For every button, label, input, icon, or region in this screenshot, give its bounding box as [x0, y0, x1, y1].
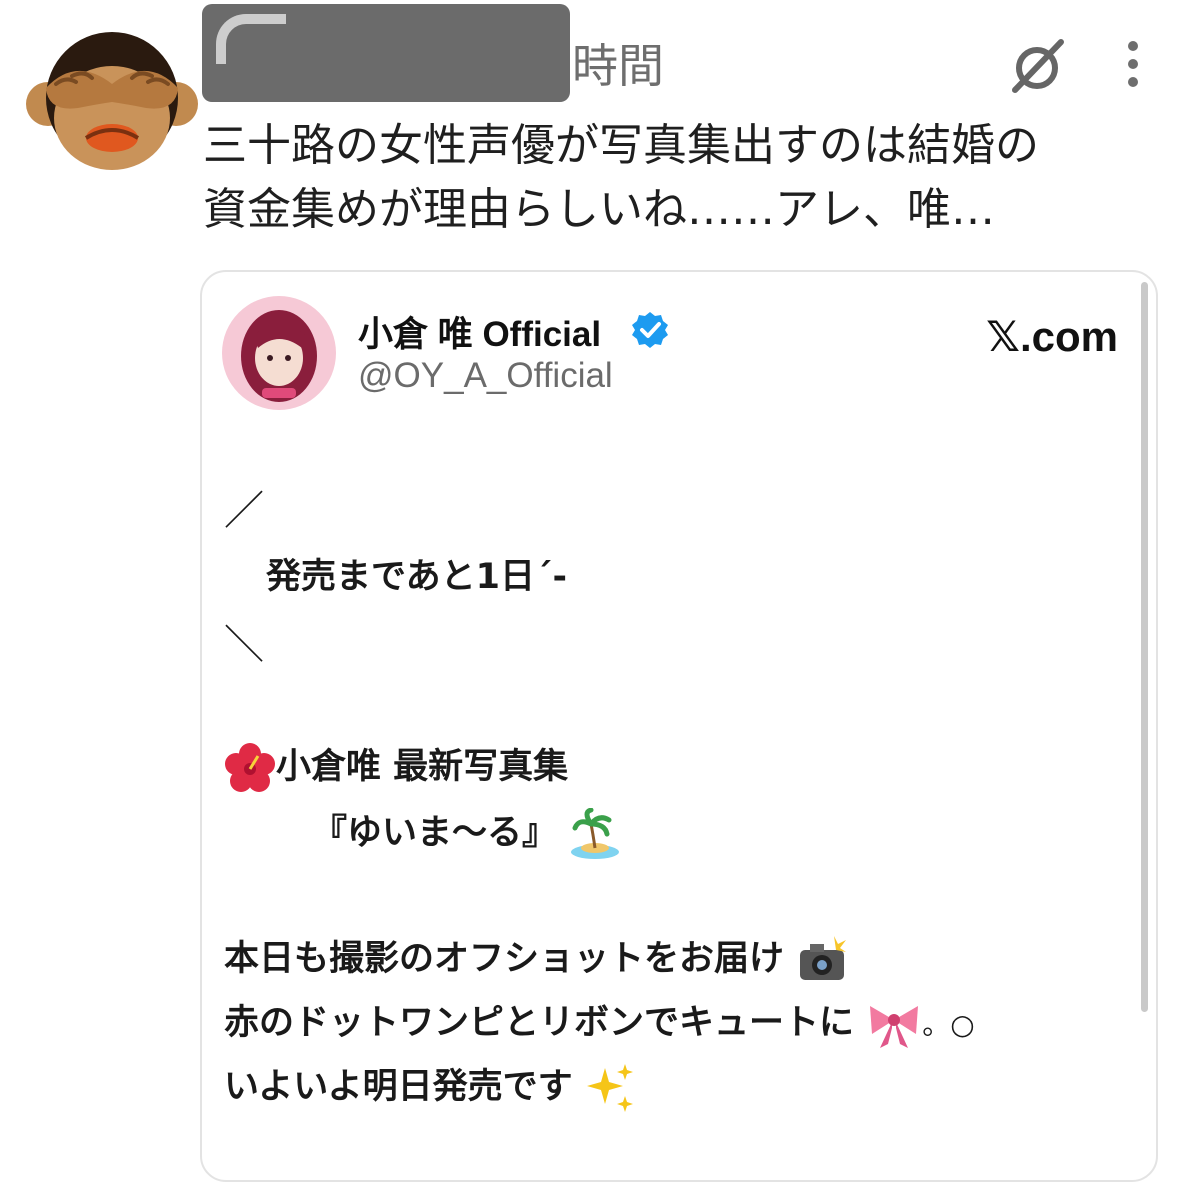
handle[interactable]: @OY_A_Official	[358, 356, 613, 396]
hibiscus-icon	[225, 743, 275, 792]
more-vertical-icon[interactable]	[1117, 38, 1149, 90]
body-line-2: 赤のドットワンピとリボンでキュートに 。○	[224, 994, 975, 1050]
sync-off-icon[interactable]	[1005, 36, 1069, 96]
body-line-2-text: 赤のドットワンピとリボンでキュートに	[224, 1003, 855, 1043]
post-text: 三十路の女性声優が写真集出すのは結婚の 資金集めが理由らしいね……アレ、唯…	[203, 120, 1039, 235]
see-no-evil-monkey-icon	[26, 32, 198, 170]
body-line-3: いよいよ明日発売です	[224, 1058, 637, 1114]
card-avatar[interactable]	[222, 296, 336, 410]
embedded-tweet-card[interactable]: 小倉 唯 Official @OY_A_Official 𝕏.com ／ 発売ま…	[200, 270, 1158, 1182]
body-line-3-text: いよいよ明日発売です	[224, 1067, 573, 1107]
title-line-2: 『ゆいま〜る』	[312, 804, 621, 860]
desert-island-icon	[571, 808, 620, 859]
source-link[interactable]: 𝕏.com	[986, 312, 1118, 361]
post-timestamp: 時間	[572, 39, 664, 93]
redacted-username	[202, 4, 570, 102]
title-line-1-text: 小倉唯 最新写真集	[276, 747, 569, 787]
body-line-2-tail: 。○	[922, 1008, 975, 1041]
body-line-1-text: 本日も撮影のオフショットをお届け	[224, 939, 785, 979]
card-scrollbar[interactable]	[1141, 282, 1148, 1012]
camera-flash-icon	[800, 936, 847, 980]
countdown-line: 発売まであと1日´-	[266, 557, 568, 597]
display-name[interactable]: 小倉 唯 Official	[358, 306, 601, 357]
avatar[interactable]	[26, 26, 198, 176]
body-line-1: 本日も撮影のオフショットをお届け	[224, 930, 848, 986]
title-line-1: 小倉唯 最新写真集	[224, 738, 568, 794]
verified-badge-icon	[632, 312, 668, 348]
slash-top: ／	[224, 488, 264, 534]
slash-bottom: ＼	[224, 622, 264, 668]
ribbon-icon	[870, 1006, 919, 1048]
sparkles-icon	[586, 1064, 633, 1112]
title-line-2-text: 『ゆいま〜る』	[312, 813, 558, 853]
